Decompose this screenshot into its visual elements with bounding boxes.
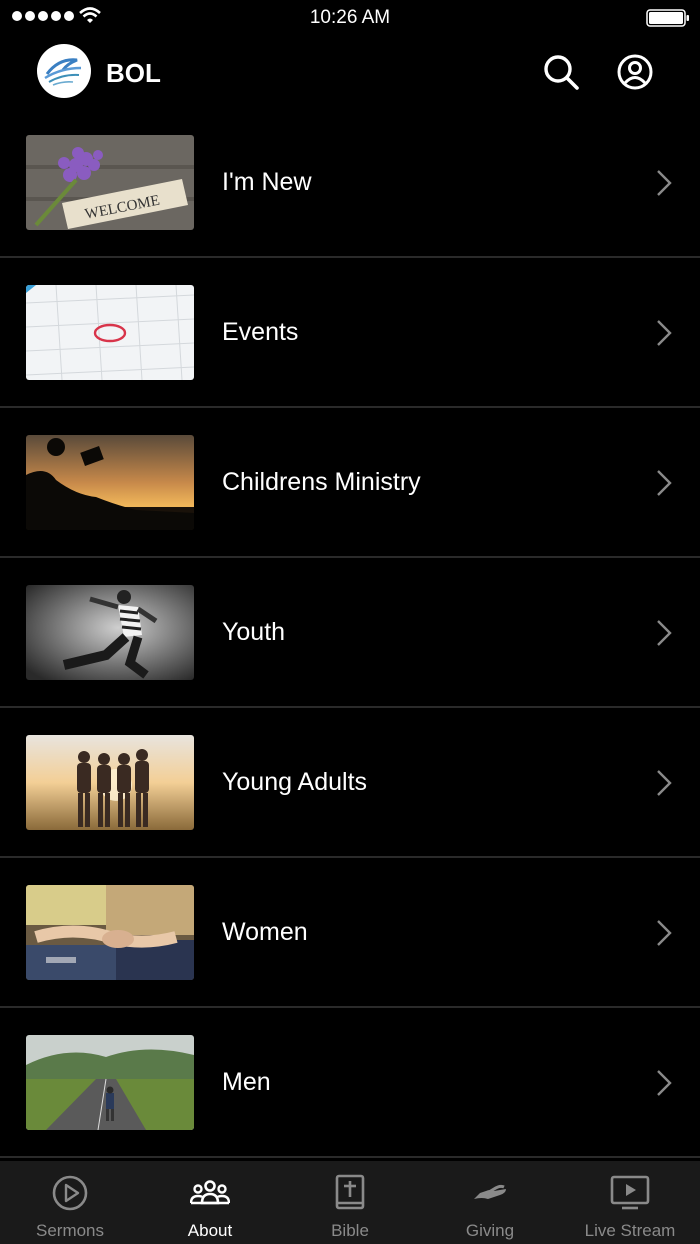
tab-bible[interactable]: Bible	[280, 1161, 420, 1244]
tab-giving[interactable]: Giving	[420, 1161, 560, 1244]
chevron-right-icon	[657, 770, 672, 796]
list-item-label: I'm New	[222, 168, 312, 196]
battery-icon	[646, 9, 689, 27]
church-logo[interactable]	[37, 44, 91, 98]
bottom-tab-bar: Sermons About Bible Giving Live Stream	[0, 1161, 700, 1244]
tab-label: Sermons	[35, 1221, 105, 1240]
list-item-label: Young Adults	[222, 768, 368, 796]
im-new-thumbnail: WELCOME	[26, 135, 194, 230]
events-thumbnail	[26, 285, 194, 380]
chevron-right-icon	[657, 470, 672, 496]
tab-label: Live Stream	[584, 1221, 676, 1240]
live-stream-icon	[610, 1175, 650, 1210]
chevron-right-icon	[657, 620, 672, 646]
tab-label: About	[187, 1221, 233, 1240]
tab-label: Giving	[465, 1221, 515, 1240]
play-circle-icon	[52, 1175, 88, 1211]
tab-label: Bible	[331, 1221, 369, 1240]
giving-hand-icon	[474, 1184, 506, 1199]
chevron-right-icon	[657, 170, 672, 196]
chevron-right-icon	[657, 320, 672, 346]
app-title: BOL	[106, 58, 161, 88]
search-icon	[544, 55, 579, 90]
list-item-men[interactable]: Men	[0, 1008, 700, 1158]
list-item-women[interactable]: Women	[0, 858, 700, 1008]
youth-thumbnail	[26, 585, 194, 680]
list-item-label: Childrens Ministry	[222, 468, 421, 496]
status-time: 10:26 AM	[309, 7, 391, 28]
men-thumbnail	[26, 1035, 194, 1130]
chevron-right-icon	[657, 920, 672, 946]
list-item-events[interactable]: Events	[0, 258, 700, 408]
list-item-im-new[interactable]: WELCOME I'm New	[0, 108, 700, 258]
tab-live-stream[interactable]: Live Stream	[560, 1161, 700, 1244]
young-adults-thumbnail	[26, 735, 194, 830]
women-thumbnail	[26, 885, 194, 980]
list-item-label: Youth	[222, 618, 286, 646]
profile-button[interactable]	[616, 53, 654, 91]
status-bar: 10:26 AM	[0, 0, 700, 36]
chevron-right-icon	[657, 1070, 672, 1096]
search-button[interactable]	[542, 53, 580, 91]
list-item-label: Men	[222, 1068, 271, 1096]
list-item-label: Events	[222, 318, 299, 346]
about-menu-list: WELCOME I'm New Events Childrens Ministr…	[0, 108, 700, 1158]
list-item-childrens-ministry[interactable]: Childrens Ministry	[0, 408, 700, 558]
list-item-youth[interactable]: Youth	[0, 558, 700, 708]
tab-about[interactable]: About	[140, 1161, 280, 1244]
list-item-young-adults[interactable]: Young Adults	[0, 708, 700, 858]
people-group-icon	[190, 1180, 230, 1205]
user-profile-icon	[617, 54, 653, 90]
tab-sermons[interactable]: Sermons	[0, 1161, 140, 1244]
bible-icon	[335, 1174, 365, 1210]
list-item-label: Women	[222, 918, 308, 946]
childrens-ministry-thumbnail	[26, 435, 194, 530]
